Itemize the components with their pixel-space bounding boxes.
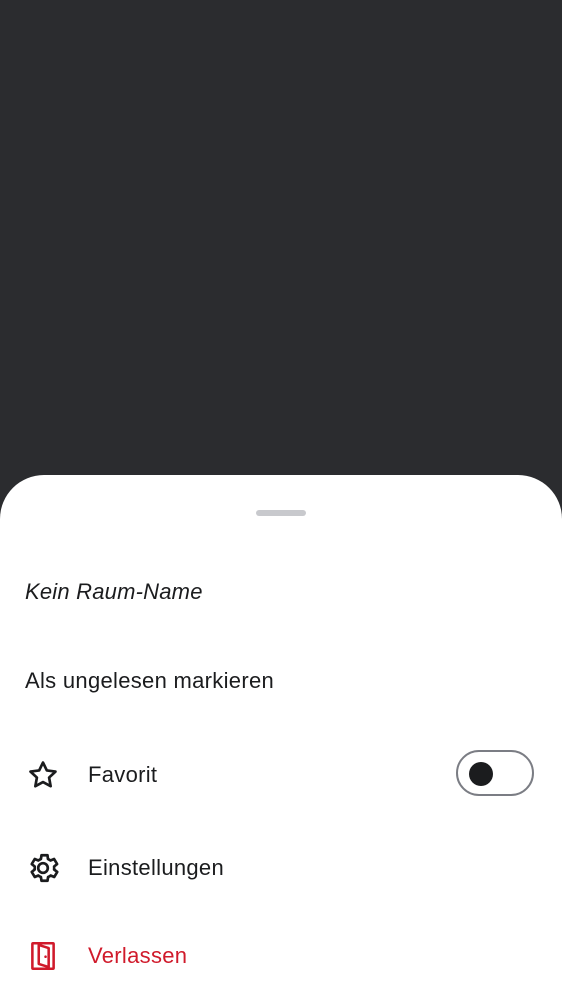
drag-handle[interactable] [256, 510, 306, 516]
door-exit-icon [25, 938, 61, 974]
mark-unread-item[interactable]: Als ungelesen markieren [0, 649, 562, 713]
settings-item[interactable]: Einstellungen [0, 836, 562, 900]
favorite-label: Favorit [88, 762, 158, 787]
settings-label: Einstellungen [88, 855, 224, 880]
leave-label: Verlassen [88, 943, 188, 968]
toggle-knob [469, 762, 493, 786]
leave-item[interactable]: Verlassen [0, 924, 562, 988]
gear-icon [25, 850, 61, 886]
bottom-sheet: Kein Raum-Name Als ungelesen markieren F… [0, 475, 562, 1000]
mark-unread-label: Als ungelesen markieren [25, 668, 275, 693]
favorite-item[interactable]: Favorit [0, 743, 562, 807]
favorite-toggle[interactable] [456, 750, 534, 796]
star-icon [25, 757, 61, 793]
room-name-title: Kein Raum-Name [25, 579, 203, 604]
